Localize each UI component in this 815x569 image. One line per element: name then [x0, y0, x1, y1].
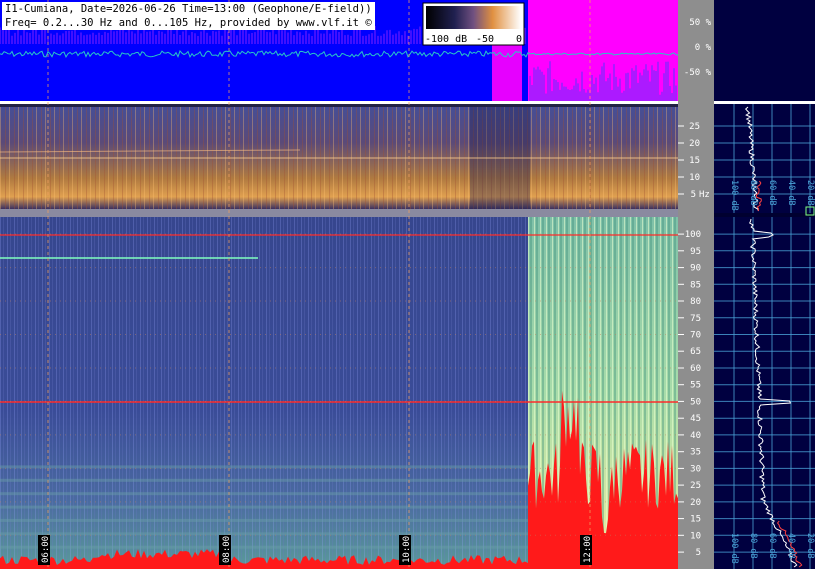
- vlf-spectrogram-screen: 06:00 08:00 10:00 12:00 50 % 0 % -50 % 25 20 15…: [0, 0, 815, 569]
- spectrum-db-label: 100 dB: [729, 533, 739, 564]
- elf-tick-label: 15: [689, 156, 700, 166]
- time-label-group: 08:00: [219, 535, 232, 565]
- vlf-tick-label: 10: [690, 531, 701, 541]
- vlf-tick-label: 45: [690, 414, 701, 424]
- vlf-tick-label: 5: [696, 548, 701, 558]
- waveform-scale-label: -50 %: [684, 68, 712, 78]
- colorbar: -100 dB -50 0: [422, 2, 525, 46]
- waveform-separator: [0, 101, 678, 104]
- elf-spectrogram: [0, 107, 678, 217]
- spectrum-column: 100 dB 80 dB 60 dB 40 dB 20 dB 100 dB 80 dB 60 …: [714, 0, 815, 569]
- panel-separator-top: [0, 104, 678, 107]
- frequency-scale: 50 %0 %-50 % 252015105 Hz 100959085807570…: [678, 0, 714, 569]
- colorbar-gradient: [426, 6, 521, 29]
- spectrum-db-label: 60 dB: [767, 533, 777, 559]
- vlf-tick-label: 40: [690, 431, 701, 441]
- vlf-tick-label: 85: [690, 280, 701, 290]
- spectrum-db-label: 80 dB: [748, 180, 758, 206]
- time-label-group: 06:00: [38, 535, 51, 565]
- header-subtitle: Freq= 0.2...30 Hz and 0...105 Hz, provid…: [2, 16, 375, 30]
- vlf-band: [0, 518, 528, 522]
- vlf-tick-label: 25: [690, 481, 701, 491]
- elf-bottom-band: [0, 209, 678, 217]
- elf-tick-label: 10: [689, 173, 700, 183]
- vlf-tick-label: 70: [690, 331, 701, 341]
- elf-tick-label: 20: [689, 139, 700, 149]
- spectrum-db-label: 20 dB: [805, 180, 815, 206]
- time-label-group: 12:00: [580, 535, 593, 565]
- time-label: 12:00: [583, 536, 593, 563]
- spectrum-db-label: 100 dB: [729, 180, 739, 211]
- vlf-tick-label: 100: [685, 230, 701, 240]
- vlf-tick-label: 80: [690, 297, 701, 307]
- time-label-group: 10:00: [399, 535, 412, 565]
- vlf-tick-label: 15: [690, 515, 701, 525]
- vlf-band: [0, 505, 528, 509]
- elf-tick-label: 25: [689, 122, 700, 132]
- vlf-tick-label: 20: [690, 498, 701, 508]
- spectrum-db-label: 20 dB: [805, 533, 815, 559]
- spectrum-db-label: 40 dB: [786, 180, 796, 206]
- spectrum-separator: [714, 101, 815, 104]
- colorbar-max-label: 0: [516, 34, 522, 45]
- vlf-band: [0, 545, 528, 549]
- time-label: 08:00: [222, 536, 232, 563]
- waveform-scale-label: 0 %: [695, 43, 712, 53]
- vlf-band: [0, 492, 528, 496]
- time-label: 06:00: [41, 536, 51, 563]
- vlf-tick-label: 55: [690, 381, 701, 391]
- waveform-scale-label: 50 %: [689, 18, 711, 28]
- vlf-tick-label: 95: [690, 247, 701, 257]
- vlf-band: [0, 465, 528, 469]
- time-label: 10:00: [402, 536, 412, 563]
- elf-tick-label: 5: [691, 190, 696, 200]
- spectrum-separator: [714, 213, 815, 217]
- colorbar-min-label: -100 dB: [425, 34, 467, 45]
- vlf-tick-label: 90: [690, 264, 701, 274]
- vlf-tick-label: 60: [690, 364, 701, 374]
- vlf-spectrogram-texture: [0, 217, 528, 569]
- spectrum-db-label: 60 dB: [767, 180, 777, 206]
- spectrogram-canvas: 06:00 08:00 10:00 12:00 50 % 0 % -50 % 25 20 15…: [0, 0, 815, 569]
- spectrum-db-label: 80 dB: [748, 533, 758, 559]
- vlf-tick-label: 65: [690, 347, 701, 357]
- vlf-tick-label: 50: [690, 397, 701, 407]
- vlf-spectrogram: [0, 217, 678, 569]
- vlf-band: [0, 478, 528, 482]
- spectrum-db-label: 40 dB: [786, 533, 796, 559]
- colorbar-mid-label: -50: [476, 34, 494, 45]
- vlf-tick-label: 75: [690, 314, 701, 324]
- elf-unit-label: Hz: [699, 190, 710, 200]
- vlf-band: [0, 532, 528, 536]
- vlf-tick-label: 30: [690, 464, 701, 474]
- vlf-tick-label: 35: [690, 448, 701, 458]
- header-title: I1-Cumiana, Date=2026-06-26 Time=13:00 (…: [2, 2, 375, 16]
